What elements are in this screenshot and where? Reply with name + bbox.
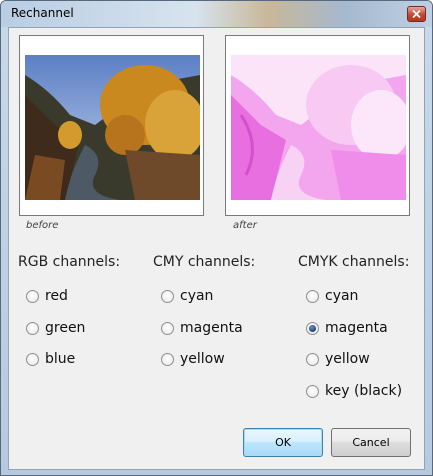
- radio-button-selected[interactable]: [306, 321, 319, 335]
- radio-button[interactable]: [161, 352, 174, 366]
- after-image: [231, 55, 406, 200]
- cmyk-radio-magenta[interactable]: magenta: [306, 318, 388, 338]
- rgb-radio-blue[interactable]: blue: [26, 349, 75, 369]
- cmy-radio-cyan[interactable]: cyan: [161, 286, 213, 306]
- radio-label: cyan: [180, 288, 214, 304]
- radio-button[interactable]: [26, 289, 39, 303]
- radio-label: cyan: [325, 288, 359, 304]
- radio-button[interactable]: [306, 352, 319, 366]
- close-button[interactable]: [407, 6, 426, 22]
- rgb-group-title: RGB channels:: [18, 254, 121, 270]
- radio-button[interactable]: [26, 352, 39, 366]
- cancel-button[interactable]: Cancel: [331, 428, 411, 457]
- cmyk-group-title: CMYK channels:: [298, 254, 410, 270]
- cmy-group-title: CMY channels:: [153, 254, 256, 270]
- cmy-radio-yellow[interactable]: yellow: [161, 349, 225, 369]
- radio-button[interactable]: [161, 321, 174, 335]
- radio-label: yellow: [325, 351, 370, 367]
- radio-button[interactable]: [161, 289, 174, 303]
- radio-button[interactable]: [306, 384, 319, 398]
- before-caption: before: [26, 220, 59, 231]
- cmyk-radio-cyan[interactable]: cyan: [306, 286, 358, 306]
- cmyk-radio-key[interactable]: key (black): [306, 381, 402, 401]
- radio-label: blue: [45, 351, 76, 367]
- radio-label: magenta: [325, 320, 388, 336]
- title-bar[interactable]: Rechannel: [1, 1, 432, 27]
- after-caption: after: [233, 220, 257, 231]
- before-preview: [19, 35, 204, 216]
- dialog-client-area: before after RGB channels: red green blu…: [8, 27, 425, 470]
- cmy-radio-magenta[interactable]: magenta: [161, 318, 243, 338]
- rgb-radio-red[interactable]: red: [26, 286, 68, 306]
- before-image: [25, 55, 200, 200]
- radio-button[interactable]: [26, 321, 39, 335]
- radio-label: key (black): [325, 383, 403, 399]
- radio-label: red: [45, 288, 68, 304]
- after-preview: [225, 35, 410, 216]
- radio-label: green: [45, 320, 86, 336]
- ok-button[interactable]: OK: [243, 428, 323, 457]
- radio-label: yellow: [180, 351, 225, 367]
- cmyk-radio-yellow[interactable]: yellow: [306, 349, 370, 369]
- window-title: Rechannel: [11, 6, 74, 20]
- radio-label: magenta: [180, 320, 243, 336]
- rgb-radio-green[interactable]: green: [26, 318, 85, 338]
- dialog-window: Rechannel before after RGB channels: red…: [0, 0, 433, 476]
- close-icon: [412, 10, 421, 18]
- radio-button[interactable]: [306, 289, 319, 303]
